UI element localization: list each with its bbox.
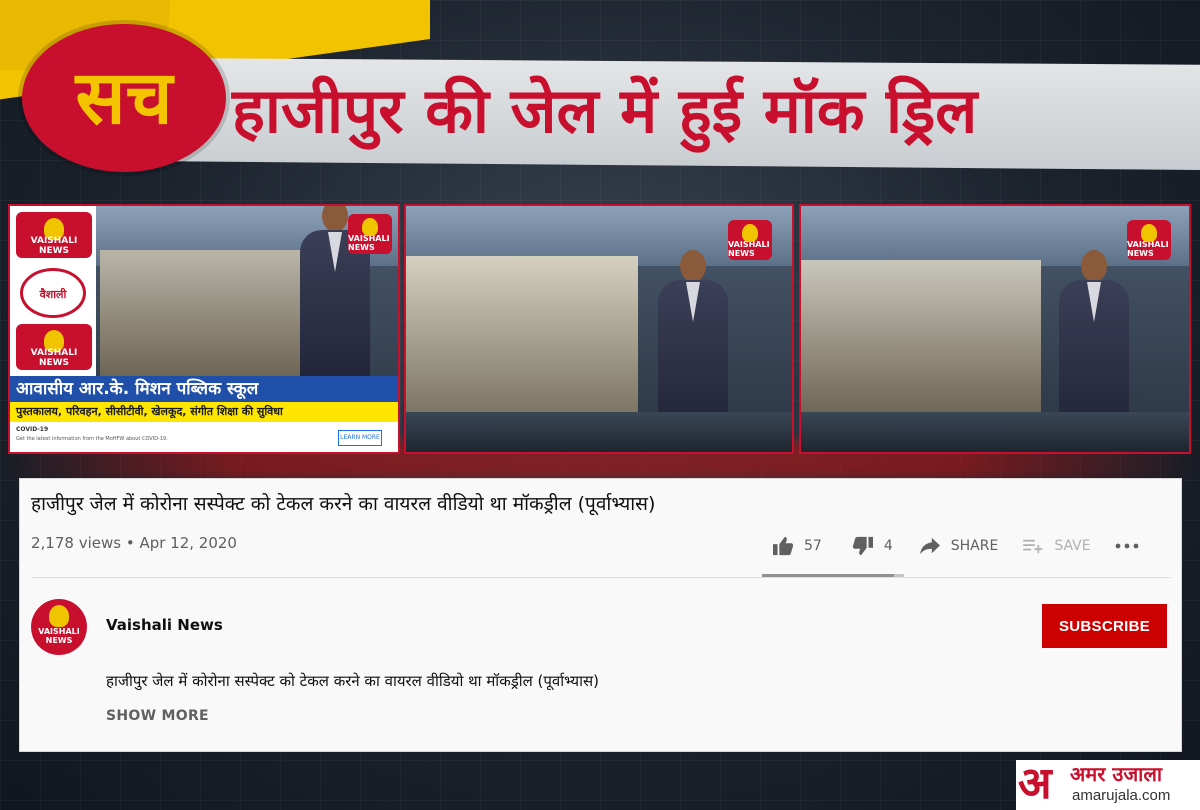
news-footage: [100, 250, 300, 376]
covid-description: Get the latest information from the MoHF…: [16, 436, 168, 442]
video-description: हाजीपुर जेल में कोरोना सस्पेक्ट को टेकल …: [106, 672, 599, 690]
covid-title: COVID-19: [16, 426, 49, 433]
amar-ujala-domain: amarujala.com: [1072, 787, 1171, 804]
subscribe-button[interactable]: SUBSCRIBE: [1042, 604, 1167, 648]
video-thumbnail-3[interactable]: VAISHALI NEWS: [799, 204, 1191, 454]
video-thumbnail-2[interactable]: VAISHALI NEWS: [404, 204, 794, 454]
anchor-figure: [1059, 250, 1129, 430]
like-button[interactable]: 57: [772, 536, 822, 556]
dislike-button[interactable]: 4: [852, 536, 893, 556]
thumbs-down-icon: [852, 536, 873, 556]
channel-logo-icon: VAISHALI NEWS: [16, 324, 92, 370]
share-button[interactable]: SHARE: [919, 537, 999, 555]
more-horiz-icon: [1115, 543, 1138, 549]
channel-name[interactable]: Vaishali News: [106, 616, 223, 634]
amar-ujala-mark: अ: [1018, 758, 1052, 809]
amar-ujala-name: अमर उजाला: [1070, 762, 1163, 786]
amar-ujala-logo: अ अमर उजाला amarujala.com: [1016, 760, 1200, 810]
channel-logo-icon: VAISHALI NEWS: [16, 212, 92, 258]
playlist-add-icon: [1023, 539, 1043, 554]
share-label: SHARE: [950, 538, 999, 554]
like-count: 57: [804, 538, 822, 554]
video-title: हाजीपुर जेल में कोरोना सस्पेक्ट को टेकल …: [31, 493, 656, 515]
show-more-button[interactable]: SHOW MORE: [106, 708, 209, 724]
share-arrow-icon: [919, 537, 940, 555]
school-banner: आवासीय आर.के. मिशन पब्लिक स्कूल: [10, 376, 398, 402]
video-info-card: हाजीपुर जेल में कोरोना सस्पेक्ट को टेकल …: [19, 478, 1182, 752]
avatar-label: VAISHALI NEWS: [38, 627, 80, 645]
more-actions-button[interactable]: [1115, 543, 1149, 549]
anchor-figure: [658, 250, 728, 430]
save-button[interactable]: SAVE: [1022, 538, 1091, 554]
video-actions: 57 4 SHARE SAVE: [772, 531, 1149, 561]
channel-sidebar: VAISHALI NEWS वैशाली VAISHALI NEWS: [10, 206, 96, 376]
studio-floor: [406, 412, 792, 452]
video-meta: 2,178 views • Apr 12, 2020: [31, 534, 237, 552]
dislike-count: 4: [883, 538, 893, 554]
covid-info-bar: COVID-19 Get the latest information from…: [10, 422, 398, 452]
learn-more-button[interactable]: LEARN MORE: [338, 430, 382, 446]
headline-text: हाजीपुर की जेल में हुई मॉक ड्रिल: [232, 74, 978, 147]
section-divider: [31, 577, 1171, 578]
sach-badge: सच: [22, 24, 226, 172]
save-label: SAVE: [1054, 538, 1091, 554]
channel-watermark-icon: VAISHALI NEWS: [1127, 220, 1171, 260]
video-thumbnail-1[interactable]: VAISHALI NEWS वैशाली VAISHALI NEWS VAISH…: [8, 204, 400, 454]
channel-avatar[interactable]: VAISHALI NEWS: [31, 599, 87, 655]
channel-watermark-icon: VAISHALI NEWS: [348, 214, 392, 254]
studio-floor: [801, 412, 1189, 452]
school-logo-icon: वैशाली: [20, 268, 86, 318]
sach-badge-text: सच: [75, 55, 173, 141]
school-features: पुस्तकालय, परिवहन, सीसीटीवी, खेलकूद, संग…: [10, 402, 398, 422]
thumbs-up-icon: [773, 536, 794, 556]
channel-watermark-icon: VAISHALI NEWS: [728, 220, 772, 260]
